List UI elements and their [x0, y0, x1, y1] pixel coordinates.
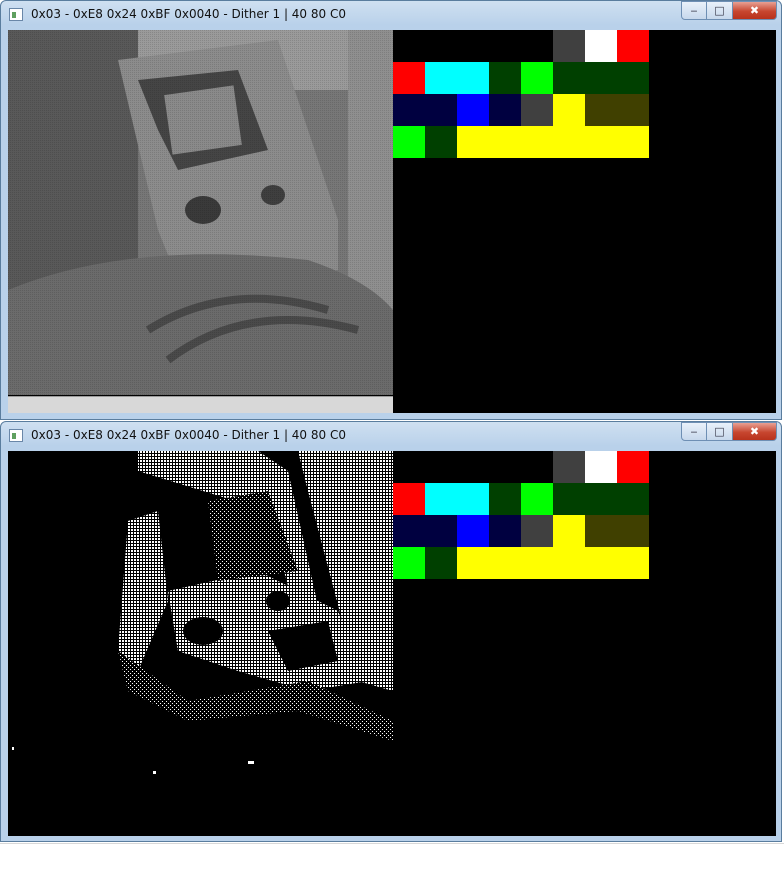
- palette-swatch: [393, 94, 425, 126]
- palette-swatch: [457, 451, 489, 483]
- emulator-window-top[interactable]: 0x03 - 0xE8 0x24 0xBF 0x0040 - Dither 1 …: [0, 0, 782, 420]
- palette-swatch: [553, 483, 585, 515]
- palette-swatch: [521, 94, 553, 126]
- window-title: 0x03 - 0xE8 0x24 0xBF 0x0040 - Dither 1 …: [31, 7, 346, 21]
- client-area: [8, 451, 776, 836]
- palette-swatch: [585, 30, 617, 62]
- palette-swatch: [585, 483, 617, 515]
- palette-swatch: [617, 62, 649, 94]
- palette-swatch: [425, 451, 457, 483]
- palette-swatch: [521, 62, 553, 94]
- palette-swatch: [617, 547, 649, 579]
- palette-swatch: [553, 126, 585, 158]
- palette-swatch: [393, 451, 425, 483]
- palette-swatch: [425, 126, 457, 158]
- palette-swatch: [521, 451, 553, 483]
- palette-swatch: [617, 483, 649, 515]
- palette-swatch: [393, 30, 425, 62]
- palette-swatch: [425, 483, 457, 515]
- caption-buttons: ‒ □ ✖: [681, 1, 777, 21]
- palette-swatch: [425, 515, 457, 547]
- palette-swatch: [457, 483, 489, 515]
- client-area: [8, 30, 776, 413]
- app-icon: [9, 8, 23, 21]
- palette-swatch: [457, 515, 489, 547]
- camera-view-grayscale: [8, 30, 393, 395]
- palette-swatch: [489, 126, 521, 158]
- palette-swatch: [553, 515, 585, 547]
- palette-swatch: [489, 515, 521, 547]
- palette-swatch: [457, 30, 489, 62]
- palette-swatch: [585, 62, 617, 94]
- palette-swatch: [393, 547, 425, 579]
- palette-swatch: [457, 94, 489, 126]
- window-title: 0x03 - 0xE8 0x24 0xBF 0x0040 - Dither 1 …: [31, 428, 346, 442]
- palette-swatch: [617, 94, 649, 126]
- palette-swatch: [585, 94, 617, 126]
- title-bar[interactable]: 0x03 - 0xE8 0x24 0xBF 0x0040 - Dither 1 …: [1, 1, 781, 29]
- palette-swatch: [617, 30, 649, 62]
- palette-swatch: [489, 547, 521, 579]
- minimize-button[interactable]: ‒: [681, 422, 707, 441]
- palette-swatch: [489, 483, 521, 515]
- camera-image: [8, 451, 393, 816]
- palette-swatch: [425, 547, 457, 579]
- close-button[interactable]: ✖: [733, 1, 777, 20]
- palette-swatch: [393, 515, 425, 547]
- palette-swatch: [585, 547, 617, 579]
- palette-swatch: [617, 451, 649, 483]
- palette-swatch: [585, 451, 617, 483]
- palette-swatch: [553, 547, 585, 579]
- maximize-button[interactable]: □: [707, 422, 733, 441]
- palette-swatch: [617, 126, 649, 158]
- palette-swatch: [553, 62, 585, 94]
- palette-swatch: [553, 94, 585, 126]
- palette-swatch: [393, 62, 425, 94]
- palette-swatch: [521, 515, 553, 547]
- palette-swatch: [521, 547, 553, 579]
- palette-swatch: [521, 483, 553, 515]
- palette-swatch: [457, 547, 489, 579]
- palette-swatch: [553, 30, 585, 62]
- camera-image: [8, 30, 393, 395]
- emulator-window-bottom[interactable]: 0x03 - 0xE8 0x24 0xBF 0x0040 - Dither 1 …: [0, 421, 782, 842]
- palette-swatch: [617, 515, 649, 547]
- palette-swatch: [457, 62, 489, 94]
- camera-view-dithered: [8, 451, 393, 816]
- title-bar[interactable]: 0x03 - 0xE8 0x24 0xBF 0x0040 - Dither 1 …: [1, 422, 781, 450]
- app-icon: [9, 429, 23, 442]
- palette-swatch: [489, 451, 521, 483]
- palette-swatch: [585, 126, 617, 158]
- palette-swatch: [489, 62, 521, 94]
- palette-swatch: [489, 30, 521, 62]
- minimize-button[interactable]: ‒: [681, 1, 707, 20]
- palette-swatch: [425, 62, 457, 94]
- palette-swatch: [425, 94, 457, 126]
- horizontal-scrollbar[interactable]: [8, 396, 393, 413]
- palette-swatch: [489, 94, 521, 126]
- palette-grid: [393, 30, 649, 158]
- palette-swatch: [585, 515, 617, 547]
- palette-swatch: [393, 483, 425, 515]
- caption-buttons: ‒ □ ✖: [681, 422, 777, 442]
- maximize-button[interactable]: □: [707, 1, 733, 20]
- screen-edge: [0, 843, 784, 844]
- palette-swatch: [521, 126, 553, 158]
- close-button[interactable]: ✖: [733, 422, 777, 441]
- palette-swatch: [521, 30, 553, 62]
- palette-swatch: [425, 30, 457, 62]
- palette-grid: [393, 451, 649, 579]
- palette-swatch: [553, 451, 585, 483]
- palette-swatch: [393, 126, 425, 158]
- palette-swatch: [457, 126, 489, 158]
